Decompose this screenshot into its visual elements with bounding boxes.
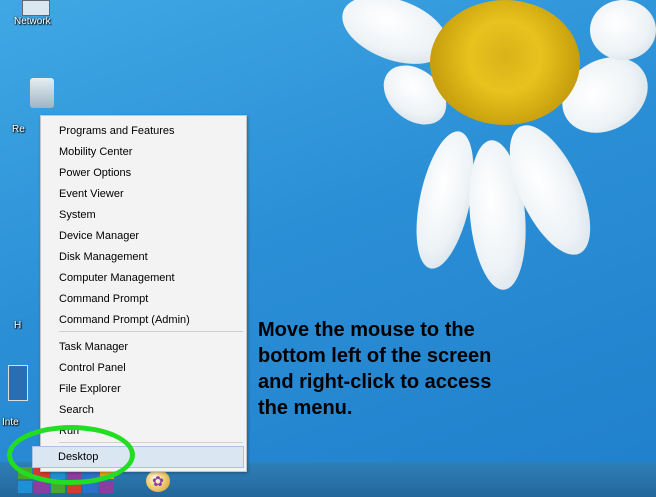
winx-context-menu: Programs and Features Mobility Center Po… — [40, 115, 247, 472]
network-label: Network — [14, 16, 51, 27]
flower-center — [430, 0, 580, 125]
network-icon[interactable]: Network — [14, 0, 51, 27]
instruction-caption: Move the mouse to the bottom left of the… — [258, 317, 588, 421]
menu-separator — [59, 331, 243, 332]
menu-item-mobility-center[interactable]: Mobility Center — [59, 145, 132, 159]
menu-item-command-prompt[interactable]: Command Prompt — [59, 292, 148, 306]
paint-taskbar-icon[interactable]: ✿ — [146, 470, 170, 492]
internet-explorer-icon[interactable]: Inte — [2, 365, 28, 428]
menu-item-event-viewer[interactable]: Event Viewer — [59, 187, 124, 201]
instruction-line-3: and right-click to access — [258, 371, 492, 393]
menu-item-command-prompt-admin[interactable]: Command Prompt (Admin) — [59, 313, 190, 327]
menu-item-computer-management[interactable]: Computer Management — [59, 271, 175, 285]
menu-item-task-manager[interactable]: Task Manager — [59, 340, 128, 354]
menu-item-device-manager[interactable]: Device Manager — [59, 229, 139, 243]
menu-item-programs-and-features[interactable]: Programs and Features — [59, 124, 175, 138]
internet-explorer-label: Inte — [2, 417, 19, 428]
menu-item-system[interactable]: System — [59, 208, 96, 222]
instruction-line-4: the menu. — [258, 397, 353, 419]
menu-item-disk-management[interactable]: Disk Management — [59, 250, 148, 264]
recycle-bin-icon[interactable]: Re — [12, 78, 54, 135]
highlight-circle — [7, 425, 135, 485]
desktop-icon-3-label: H — [14, 320, 22, 331]
menu-item-search[interactable]: Search — [59, 403, 94, 417]
menu-item-control-panel[interactable]: Control Panel — [59, 361, 126, 375]
instruction-line-1: Move the mouse to the — [258, 319, 475, 341]
recycle-bin-label: Re — [12, 124, 25, 135]
instruction-line-2: bottom left of the screen — [258, 345, 492, 367]
menu-item-file-explorer[interactable]: File Explorer — [59, 382, 121, 396]
menu-item-power-options[interactable]: Power Options — [59, 166, 131, 180]
